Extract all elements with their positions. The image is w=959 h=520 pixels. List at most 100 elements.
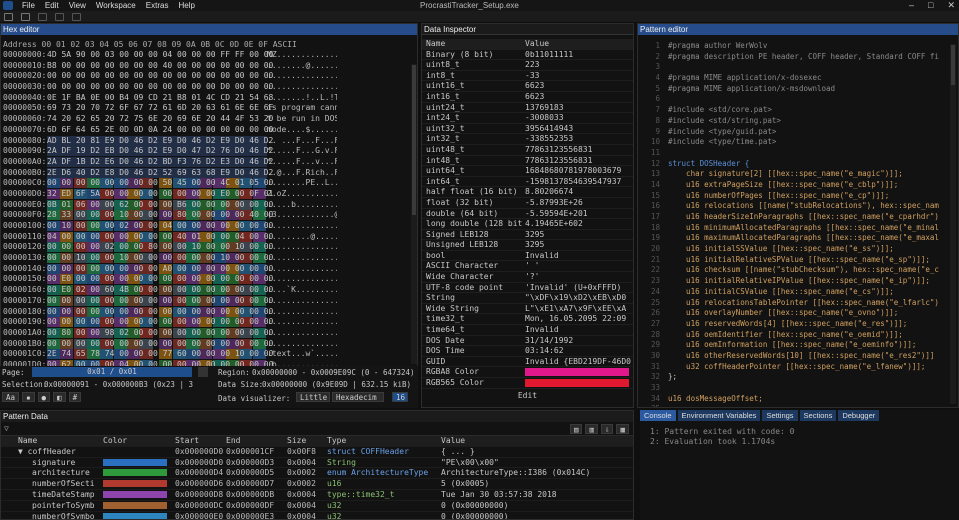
pattern-row[interactable]: signature 0x000000D0 0x000000D3 0x0004 Strin… (1, 458, 633, 469)
code-line[interactable]: 24 u16 initialCSValue [[hex::spec_name("… (638, 287, 958, 298)
inspector-row[interactable]: double (64 bit) -5.59594E+201 (422, 209, 633, 220)
code-editor[interactable]: 1 #pragma author WerWolv 2 #pragma descript… (638, 41, 958, 407)
endian-select[interactable]: Little (296, 392, 330, 402)
code-scrollbar[interactable] (950, 44, 956, 404)
inspector-row[interactable]: DOS Time 03:14:62 (422, 346, 633, 357)
hex-bytes[interactable]: 00 E0 02 00 60 4B 00 00 00 00 00 00 00 0… (47, 285, 273, 296)
hex-bytes[interactable]: 2E D6 40 D2 E8 D0 46 D2 52 69 63 68 E9 D… (47, 167, 273, 178)
code-line[interactable]: 4 #pragma MIME application/x-dosexec (638, 73, 958, 84)
hex-row[interactable]: 000001A0: 00 80 00 00 98 02 00 00 00 00 0… (3, 327, 417, 339)
code-line[interactable]: 27 u16 reservedWords[4] [[hex::spec_name… (638, 319, 958, 330)
hex-row[interactable]: 00000190: 00 00 00 00 00 00 00 00 00 00 0… (3, 317, 417, 328)
code-line[interactable]: 8 #include <std/string.pat> (638, 116, 958, 127)
code-line[interactable]: 14 u16 extraPageSize [[hex::spec_name("e… (638, 180, 958, 191)
code-line[interactable]: 16 u16 relocations [[name("stubRelocatio… (638, 201, 958, 212)
code-line[interactable]: 32}; (638, 372, 958, 383)
pattern-row[interactable]: timeDateStamp 0x000000D8 0x000000DB 0x0004 t… (1, 490, 633, 501)
hex-row[interactable]: 00000010: B8 00 00 00 00 00 00 00 40 00 0… (3, 61, 417, 72)
code-line[interactable]: 6 (638, 94, 958, 105)
code-line[interactable]: 21 u16 initialRelativeSPValue [[hex::spe… (638, 255, 958, 266)
inspector-row[interactable]: int16_t 6623 (422, 92, 633, 103)
code-line[interactable]: 9 #include <type/guid.pat> (638, 127, 958, 138)
inspector-row[interactable]: float (32 bit) -5.87993E+26 (422, 198, 633, 209)
settings-icon[interactable]: ▦ (616, 423, 629, 434)
code-line[interactable]: 23 u16 initialRelativeIPValue [[hex::spe… (638, 276, 958, 287)
hex-bytes[interactable]: 28 33 00 00 00 10 00 00 00 80 00 00 00 0… (47, 210, 273, 221)
edit-button[interactable]: Edit (422, 391, 633, 400)
hex-bytes[interactable]: 00 00 10 00 00 10 00 00 00 00 00 00 10 0… (47, 253, 273, 264)
hex-row[interactable]: 00000160: 00 E0 02 00 60 4B 00 00 00 00 0… (3, 285, 417, 296)
grid-icon[interactable]: # (68, 392, 82, 402)
inspector-row[interactable]: ASCII Character ' ' (422, 261, 633, 273)
page-selector[interactable]: 0x01 / 0x01 (32, 367, 192, 377)
hex-row[interactable]: 000000C0: 00 00 00 00 00 00 00 00 50 45 0… (3, 178, 417, 189)
hex-bytes[interactable]: 0B 01 06 00 00 62 00 00 00 B6 00 00 00 0… (47, 199, 273, 210)
hex-row[interactable]: 00000170: 00 00 00 00 00 00 00 00 00 00 0… (3, 295, 417, 307)
hex-row[interactable]: 000000A0: 2A DF 1B D2 E6 D0 46 D2 BD F3 7… (3, 156, 417, 168)
filter-icon[interactable]: ▽ (4, 424, 9, 433)
code-line[interactable]: 15 u16 numberOfPages [[hex::spec_name("e… (638, 191, 958, 202)
inspector-row[interactable]: UTF-8 code point 'Invalid' (U+0xFFFD) (422, 283, 633, 294)
hex-bytes[interactable]: 2E 74 65 78 74 00 00 00 77 60 00 00 00 1… (47, 349, 273, 360)
code-line[interactable]: 10 #include <type/time.pat> (638, 137, 958, 148)
inspector-row[interactable]: time32_t Mon, 16.05.2095 22:09 (422, 314, 633, 326)
code-line[interactable]: 25 u16 relocationsTablePointer [[hex::sp… (638, 298, 958, 309)
code-line[interactable]: 17 u16 headerSizeInParagraphs [[hex::spe… (638, 212, 958, 223)
menu-extras[interactable]: Extras (141, 1, 174, 10)
hex-bytes[interactable]: 2A DF 19 D2 EB D0 46 D2 E9 D0 47 D2 76 D… (47, 146, 273, 157)
hex-bytes[interactable]: 4D 5A 90 00 03 00 00 00 04 00 00 00 FF F… (47, 50, 273, 60)
inspector-row[interactable]: uint16_t 6623 (422, 81, 633, 92)
hex-row[interactable]: 00000180: 00 00 00 00 00 00 00 00 00 00 0… (3, 306, 417, 318)
code-line[interactable]: 1 #pragma author WerWolv (638, 41, 958, 52)
hex-bytes[interactable]: 69 73 20 70 72 6F 67 72 61 6D 20 63 61 6… (47, 103, 273, 113)
inspector-row[interactable]: Signed LEB128 3295 (422, 230, 633, 241)
pattern-row[interactable]: architecture 0x000000D4 0x000000D5 0x0002 en… (1, 468, 633, 480)
code-line[interactable]: 12 struct DOSHeader { (638, 159, 958, 170)
hex-bytes[interactable]: 0E 1F BA 0E 00 B4 09 CD 21 B8 01 4C CD 2… (47, 93, 273, 103)
export-icon[interactable]: ⇩ (600, 423, 614, 434)
open-file-icon[interactable] (21, 12, 30, 21)
undo-icon[interactable] (55, 12, 64, 21)
hex-row[interactable]: 00000130: 00 00 10 00 00 10 00 00 00 00 0… (3, 253, 417, 264)
collapse-icon[interactable]: ▥ (585, 423, 598, 434)
hex-bytes[interactable]: B8 00 00 00 00 00 00 00 40 00 00 00 00 0… (47, 61, 273, 71)
bookmark-icon[interactable]: ▪ (22, 392, 35, 402)
inspector-row[interactable]: String "\xDF\x19\xD2\xEB\xD0 (422, 293, 633, 304)
inspector-row[interactable]: Binary (8 bit) 0b11011111 (422, 50, 633, 61)
hex-bytes[interactable]: 00 80 00 00 98 02 00 00 00 00 00 00 00 0… (47, 327, 273, 338)
hex-bytes[interactable]: 6D 6F 64 65 2E 0D 0D 0A 24 00 00 00 00 0… (47, 125, 273, 135)
hex-row[interactable]: 00000020: 00 00 00 00 00 00 00 00 00 00 0… (3, 71, 417, 82)
code-line[interactable]: 5 #pragma MIME application/x-msdownload (638, 84, 958, 95)
hex-row[interactable]: 000000F0: 28 33 00 00 00 10 00 00 00 80 0… (3, 210, 417, 221)
inspector-row[interactable]: int24_t -3008033 (422, 113, 633, 124)
code-line[interactable]: 28 u16 oemIdentifier [[hex::spec_name("e… (638, 330, 958, 341)
inspector-row[interactable]: RGBA8 Color (422, 367, 633, 378)
hex-bytes[interactable]: 00 00 00 00 00 00 00 00 00 00 00 00 00 0… (47, 71, 273, 81)
chevron-down-icon[interactable] (198, 367, 208, 377)
close-icon[interactable]: ✕ (947, 0, 955, 11)
maximize-icon[interactable]: □ (928, 0, 933, 11)
inspector-row[interactable]: uint32_t 3956414943 (422, 124, 633, 135)
tab-debugger[interactable]: Debugger (838, 410, 880, 421)
format-select[interactable]: Hexadecim (332, 392, 384, 402)
hex-row[interactable]: 00000110: 04 00 00 00 00 00 00 00 00 40 0… (3, 231, 417, 243)
hex-bytes[interactable]: 74 20 62 65 20 72 75 6E 20 69 6E 20 44 4… (47, 114, 273, 124)
hex-row[interactable]: 00000090: 2A DF 19 D2 EB D0 46 D2 E9 D0 4… (3, 146, 417, 157)
hex-row[interactable]: 000001C0: 2E 74 65 78 74 00 00 00 77 60 0… (3, 349, 417, 360)
code-line[interactable]: 3 (638, 62, 958, 73)
hex-row[interactable]: 000001B0: 00 00 00 00 00 00 00 00 00 00 0… (3, 338, 417, 350)
hex-bytes[interactable]: 32 ED 6F 5A 00 00 00 00 00 00 00 00 E0 0… (47, 188, 273, 199)
hex-bytes[interactable]: 00 00 00 00 00 00 00 00 A0 00 00 00 00 0… (47, 263, 273, 274)
inspector-row[interactable]: int32_t -338552353 (422, 134, 633, 145)
code-line[interactable]: 34 u16 dosMessageOffset; (638, 394, 958, 405)
tab-sections[interactable]: Sections (799, 410, 837, 421)
inspector-row[interactable]: half float (16 bit) 8.80206674 (422, 187, 633, 198)
hex-bytes[interactable]: 00 00 00 00 00 00 00 00 00 00 00 00 00 0… (47, 306, 273, 317)
hex-row[interactable]: 000000E0: 0B 01 06 00 00 62 00 00 00 B6 0… (3, 199, 417, 211)
hex-row[interactable]: 000000B0: 2E D6 40 D2 E8 D0 46 D2 52 69 6… (3, 167, 417, 179)
inspector-row[interactable]: uint24_t 13769183 (422, 103, 633, 114)
hex-row[interactable]: 00000070: 6D 6F 64 65 2E 0D 0D 0A 24 00 0… (3, 125, 417, 136)
tab-settings[interactable]: Settings (762, 410, 798, 421)
hex-bytes[interactable]: 00 00 00 00 00 00 00 00 00 00 00 00 D0 0… (47, 82, 273, 92)
inspector-row[interactable]: time64_t Invalid (422, 325, 633, 336)
